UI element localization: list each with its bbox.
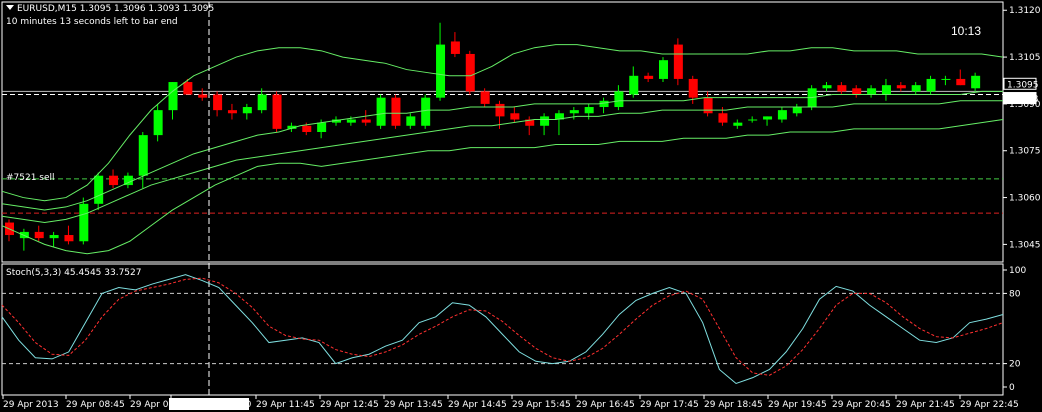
- bear-candle: [361, 119, 371, 123]
- bear-candle: [510, 113, 520, 120]
- bear-candle: [673, 44, 683, 79]
- bear-candle: [450, 41, 460, 54]
- stoch-tick-label: 100: [1009, 266, 1026, 276]
- bear-candle: [896, 85, 906, 89]
- bear-candle: [227, 110, 237, 114]
- bull-candle: [911, 85, 921, 92]
- bull-candle: [376, 97, 386, 126]
- bull-candle: [257, 94, 267, 111]
- bear-candle: [956, 78, 966, 86]
- bear-candle: [391, 97, 401, 126]
- bear-candle: [34, 231, 44, 239]
- bull-candle: [614, 91, 624, 108]
- order-label: #7521 sell: [6, 173, 55, 183]
- bull-candle: [822, 85, 832, 89]
- clock-label: 10:13: [951, 24, 982, 38]
- band-line: [1, 119, 1004, 255]
- time-label: 29 Apr 08:45: [66, 400, 125, 410]
- time-label: 29 Apr 11:45: [256, 400, 315, 410]
- bear-candle: [644, 75, 654, 79]
- bear-candle: [837, 85, 847, 92]
- bull-candle: [867, 88, 877, 95]
- bull-candle: [881, 85, 891, 95]
- chevron-down-icon[interactable]: [6, 5, 14, 10]
- bull-candle: [49, 235, 59, 239]
- stoch-tick-label: 20: [1009, 360, 1021, 370]
- time-label: 29 Apr 15:45: [512, 400, 571, 410]
- stoch-tick-label: 0: [1009, 383, 1015, 393]
- bull-candle: [540, 116, 550, 126]
- current-price-label: 1.3093: [1007, 95, 1039, 105]
- current-price-label: 1.3095: [1007, 80, 1039, 90]
- time-label: 29 Apr 20:45: [832, 400, 891, 410]
- band-line: [1, 44, 1004, 202]
- bull-candle: [346, 119, 356, 123]
- bear-candle: [198, 94, 208, 98]
- stoch-signal-line: [1, 277, 1004, 376]
- time-label: 29 Apr 16:45: [576, 400, 635, 410]
- bull-candle: [406, 116, 416, 126]
- time-label: 29 Apr 21:45: [896, 400, 955, 410]
- bear-candle: [480, 91, 490, 104]
- chart-header: EURUSD,M15 1.3095 1.3096 1.3093 1.3095: [6, 4, 214, 14]
- time-label: 29 Apr 09: [130, 400, 174, 410]
- bull-candle: [94, 175, 104, 204]
- bull-candle: [971, 75, 981, 89]
- bull-candle: [153, 110, 163, 136]
- time-label: 29 Apr 2013: [3, 400, 59, 410]
- price-tick-label: 1.3045: [1009, 240, 1041, 250]
- cursor-time-label: 2013.04.29 11:00: [171, 400, 252, 410]
- stoch-tick-label: 80: [1009, 289, 1021, 299]
- bull-candle: [79, 203, 89, 242]
- bull-candle: [436, 44, 446, 98]
- bear-candle: [688, 78, 698, 98]
- time-label: 29 Apr 14:45: [448, 400, 507, 410]
- bull-candle: [659, 60, 668, 79]
- bull-candle: [584, 107, 594, 114]
- bar-countdown: 10 minutes 13 seconds left to bar end: [6, 17, 178, 27]
- bear-candle: [703, 97, 713, 114]
- bear-candle: [109, 175, 119, 186]
- price-tick-label: 1.3120: [1009, 6, 1041, 16]
- bull-candle: [941, 78, 951, 80]
- time-label: 29 Apr 19:45: [768, 400, 827, 410]
- chart-canvas[interactable]: 1.31201.31051.30901.30751.30601.30451.30…: [0, 0, 1042, 412]
- stoch-label: Stoch(5,3,3) 45.4545 33.7527: [6, 268, 142, 278]
- bear-candle: [183, 82, 193, 95]
- bull-candle: [168, 82, 178, 111]
- price-tick-label: 1.3075: [1009, 147, 1041, 157]
- bull-candle: [763, 116, 773, 120]
- bear-candle: [495, 103, 505, 117]
- time-label: 29 Apr 22:45: [960, 400, 1019, 410]
- bear-candle: [718, 113, 728, 123]
- bull-candle: [792, 107, 802, 114]
- bull-candle: [777, 110, 787, 120]
- bull-candle: [926, 78, 936, 92]
- bull-candle: [421, 97, 431, 126]
- bull-candle: [629, 75, 639, 95]
- bear-candle: [272, 94, 282, 129]
- bull-candle: [569, 110, 579, 114]
- bear-candle: [465, 53, 475, 92]
- bull-candle: [748, 119, 758, 121]
- bear-candle: [213, 94, 223, 111]
- symbol-line: EURUSD,M15 1.3095 1.3096 1.3093 1.3095: [17, 4, 215, 14]
- time-label: 29 Apr 12:45: [320, 400, 379, 410]
- bear-candle: [302, 125, 312, 132]
- band-line: [1, 100, 1003, 224]
- time-label: 29 Apr 13:45: [384, 400, 443, 410]
- time-label: 29 Apr 17:45: [640, 400, 699, 410]
- bull-candle: [733, 122, 743, 126]
- bull-candle: [317, 122, 327, 132]
- stoch-main-line: [1, 274, 1004, 385]
- bull-candle: [242, 107, 252, 114]
- price-tick-label: 1.3060: [1009, 194, 1041, 204]
- bear-candle: [852, 88, 862, 95]
- time-label: 29 Apr 18:45: [704, 400, 763, 410]
- main-panel-frame: [1, 1, 1004, 263]
- price-tick-label: 1.3105: [1009, 53, 1041, 63]
- bull-candle: [138, 135, 148, 176]
- bear-candle: [64, 235, 74, 242]
